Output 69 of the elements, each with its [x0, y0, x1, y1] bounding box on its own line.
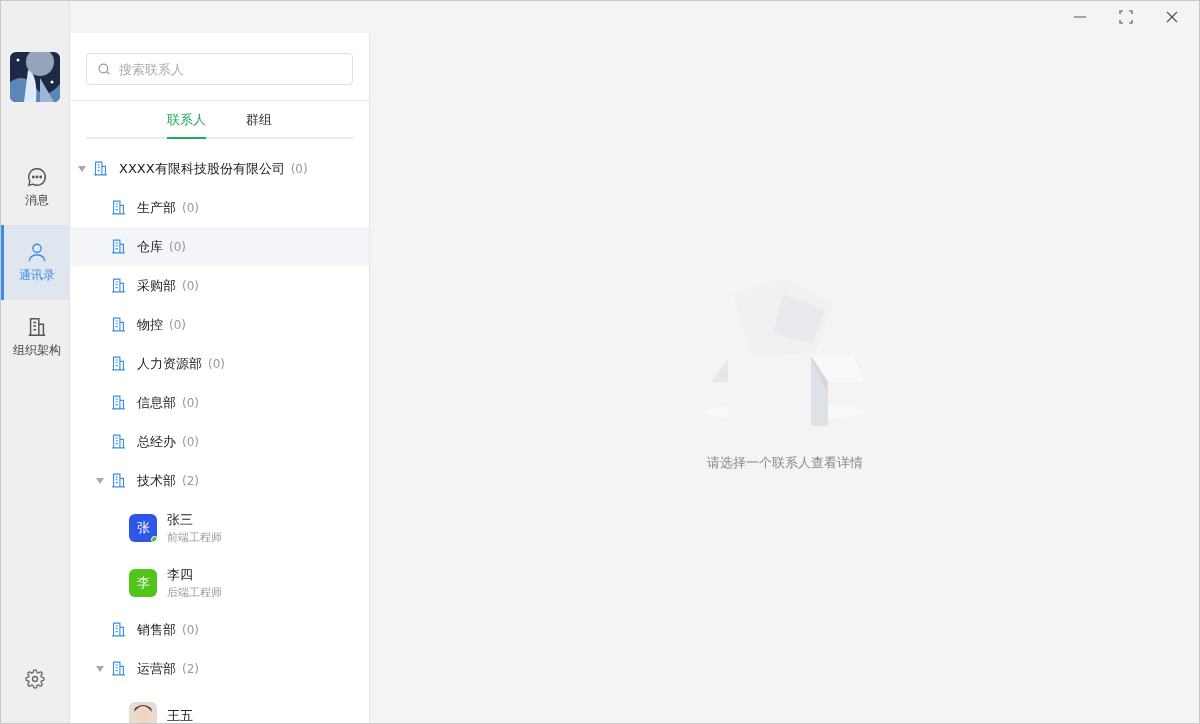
department-name: 生产部 [137, 198, 176, 217]
member-count: (0) [290, 161, 308, 176]
department-name: 人力资源部 [137, 354, 202, 373]
contact-avatar: 张 [129, 513, 157, 542]
department-name: 仓库 [137, 237, 163, 256]
settings-icon[interactable] [25, 669, 45, 689]
department-name: 总经办 [137, 432, 176, 451]
member-count: (2) [182, 473, 199, 488]
department-row[interactable]: 人力资源部 (0) [70, 344, 369, 383]
department-name: 销售部 [137, 620, 176, 639]
member-count: (0) [182, 395, 199, 410]
member-count: (0) [182, 200, 199, 215]
department-name: 采购部 [137, 276, 176, 295]
department-row[interactable]: 物控 (0) [70, 305, 369, 344]
building-icon [110, 660, 127, 677]
member-count: (0) [169, 239, 186, 254]
chat-icon [25, 166, 48, 188]
search-icon [97, 62, 111, 76]
department-name: XXXX有限科技股份有限公司 [119, 159, 285, 178]
building-icon [110, 621, 127, 638]
member-count: (2) [182, 661, 199, 676]
contact-name: 李四 [167, 565, 194, 584]
member-count: (0) [182, 434, 199, 449]
department-name: 技术部 [137, 471, 176, 490]
building-icon [110, 316, 127, 333]
maximize-icon [1119, 10, 1133, 24]
contact-title: 后端工程师 [167, 584, 222, 600]
department-row[interactable]: 销售部 (0) [70, 610, 369, 649]
department-name: 信息部 [137, 393, 176, 412]
department-name: 运营部 [137, 659, 176, 678]
member-count: (0) [208, 356, 225, 371]
contact-title: 前端工程师 [167, 529, 222, 545]
caret-icon[interactable] [96, 665, 104, 672]
member-count: (0) [169, 317, 186, 332]
building-icon [110, 238, 127, 255]
department-name: 物控 [137, 315, 163, 334]
contact-row[interactable]: 张 张三 前端工程师 [70, 500, 369, 555]
contact-row[interactable]: 李 李四 后端工程师 [70, 555, 369, 610]
department-row[interactable]: 生产部 (0) [70, 188, 369, 227]
building-icon [110, 199, 127, 216]
building-icon [110, 472, 127, 489]
building-icon [92, 160, 109, 177]
department-row[interactable]: XXXX有限科技股份有限公司 (0) [70, 149, 369, 188]
department-row[interactable]: 采购部 (0) [70, 266, 369, 305]
minimize-icon [1074, 16, 1086, 18]
department-row[interactable]: 技术部 (2) [70, 461, 369, 500]
building-icon [110, 277, 127, 294]
nav-item[interactable]: 组织架构 [1, 300, 69, 375]
empty-message: 请选择一个联系人查看详情 [706, 454, 863, 472]
close-icon [1166, 11, 1178, 23]
contact-row[interactable]: 王五 [70, 688, 369, 723]
nav-item[interactable]: 消息 [1, 150, 69, 225]
building-icon [110, 355, 127, 372]
profile-avatar[interactable] [10, 52, 60, 102]
contact-name: 张三 [167, 510, 194, 529]
building-icon [110, 433, 127, 450]
department-row[interactable]: 总经办 (0) [70, 422, 369, 461]
member-count: (0) [182, 622, 199, 637]
contact-avatar: 李 [129, 568, 157, 597]
building-icon [110, 394, 127, 411]
contact-name: 王五 [167, 706, 193, 723]
member-count: (0) [182, 278, 199, 293]
search-field[interactable]: 搜索联系人 [86, 53, 353, 85]
department-row[interactable]: 仓库 (0) [70, 227, 369, 266]
caret-icon[interactable] [78, 165, 86, 172]
department-row[interactable]: 信息部 (0) [70, 383, 369, 422]
caret-icon[interactable] [96, 477, 104, 484]
tab[interactable]: 群组 [246, 111, 272, 139]
department-row[interactable]: 运营部 (2) [70, 649, 369, 688]
